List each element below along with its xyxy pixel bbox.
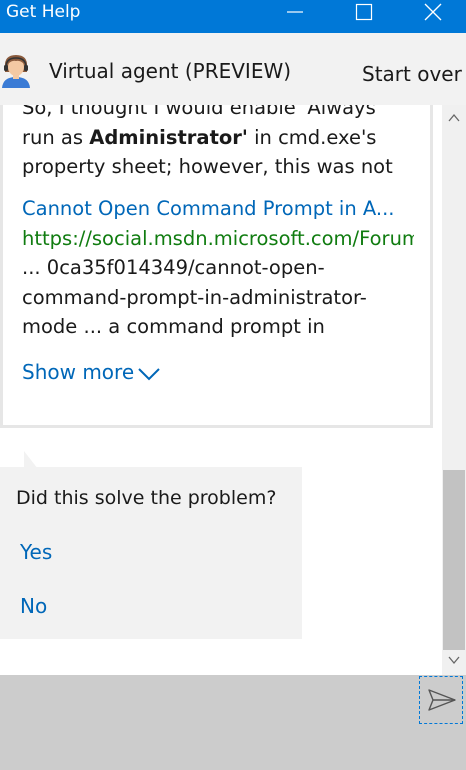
title-bar: Get Help [0,0,466,33]
show-more-button[interactable]: Show more [22,360,160,384]
agent-name: Virtual agent (PREVIEW) [49,59,292,83]
scroll-thumb[interactable] [443,470,465,650]
maximize-icon [355,3,373,21]
result-title-link[interactable]: Cannot Open Command Prompt in A... [22,194,417,224]
get-help-window: Get Help Virtual agent (PREVIEW) Start o… [0,0,466,770]
result-snippet: So, I thought I would enable 'Always run… [22,105,417,182]
close-icon [424,3,442,21]
message-input-area[interactable] [0,675,466,770]
snippet-bold-text: Administrator' [89,125,248,149]
minimize-icon [287,11,303,13]
scroll-down-icon[interactable] [448,655,460,665]
minimize-button[interactable] [271,0,317,24]
result-description: ... 0ca35f014349/cannot-open- command-pr… [22,253,417,342]
result-url: https://social.msdn.microsoft.com/Forum [22,227,414,250]
snippet-text: run as [22,125,90,149]
snippet-line: So, I thought I would enable 'Always [22,105,376,119]
yes-option[interactable]: Yes [20,540,52,564]
close-button[interactable] [409,0,455,24]
agent-header: Virtual agent (PREVIEW) Start over [0,33,466,105]
start-over-link[interactable]: Start over [362,62,462,86]
send-icon [428,689,456,711]
snippet-line: run as Administrator' in cmd.exe's [22,123,417,153]
search-result-card: So, I thought I would enable 'Always run… [0,105,433,428]
description-line: ... 0ca35f014349/cannot-open- [22,256,325,279]
maximize-button[interactable] [340,0,386,24]
description-line: mode ... a command prompt in [22,315,325,338]
window-title: Get Help [6,2,81,22]
chat-scrollbar[interactable] [442,105,466,675]
snippet-line: property sheet; however, this was not [22,155,393,178]
question-bubble: Did this solve the problem? Yes No [0,467,302,639]
chat-transcript: So, I thought I would enable 'Always run… [0,105,442,675]
send-button[interactable] [419,676,463,724]
snippet-text: in cmd.exe's [247,125,377,149]
description-line: command-prompt-in-administrator- [22,285,367,309]
scroll-up-icon[interactable] [448,113,460,123]
agent-avatar-icon [2,55,30,88]
no-option[interactable]: No [20,594,47,618]
chevron-down-icon [138,367,160,380]
question-text: Did this solve the problem? [16,487,277,509]
show-more-label: Show more [22,360,135,384]
